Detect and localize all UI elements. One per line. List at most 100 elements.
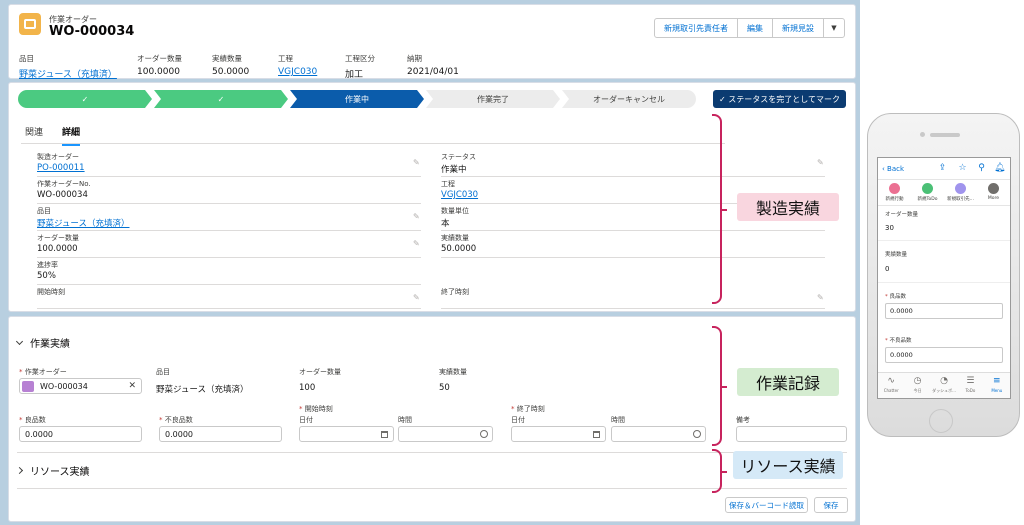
end-time-label: * 終了時刻 [511, 405, 545, 413]
m-actual-qty-label: 実績数量 [885, 252, 908, 258]
edit-pencil-icon[interactable]: ✎ [413, 240, 420, 248]
highlight-field-order-qty: オーダー数量 100.0000 [137, 54, 182, 77]
tab-menu[interactable]: ≡ Menu [984, 373, 1010, 398]
annotation-manufacturing: 製造実績 [737, 193, 839, 221]
start-date-input[interactable] [299, 426, 394, 442]
divider [878, 240, 1010, 241]
detail-field-status: ステータス 作業中 ✎ [441, 153, 825, 177]
work-order-field: * 作業オーダー [19, 368, 67, 376]
detail-field-start-time: 開始時刻 ✎ [37, 287, 421, 309]
mobile-device: ‹ Back ⇪ ☆ ⚲ 🔔︎ 新規行動 新規ToDo 新規取引先... Mor… [867, 113, 1020, 437]
edit-button[interactable]: 編集 [737, 18, 773, 38]
bell-icon[interactable]: 🔔︎ [994, 164, 1005, 173]
note-input[interactable] [736, 426, 847, 442]
mobile-action-bar: 新規行動 新規ToDo 新規取引先... More [878, 180, 1010, 206]
item-link[interactable]: 野菜ジュース（充填済） [19, 67, 117, 80]
tab-todo[interactable]: ☰ ToDo [957, 373, 983, 398]
action-new-todo[interactable]: 新規ToDo [911, 180, 944, 205]
mark-complete-button[interactable]: ✓ ステータスを完了としてマーク [713, 90, 846, 108]
note-label: 備考 [736, 416, 750, 424]
tab-chatter[interactable]: ∿ Chatter [878, 373, 904, 398]
edit-pencil-icon[interactable]: ✎ [413, 294, 420, 302]
calendar-icon[interactable] [593, 431, 600, 438]
process-link[interactable]: VGJC030 [278, 67, 317, 77]
work-section-title: 作業実績 [30, 339, 70, 350]
clear-icon[interactable]: ✕ [128, 381, 136, 391]
chevron-down-icon [15, 337, 24, 345]
clock-icon[interactable] [480, 430, 488, 438]
desktop-app: 作業オーダー WO-000034 新規取引先責任者 編集 新規見設 ▼ 品目 野… [0, 0, 860, 525]
highlight-field-due-date: 納期 2021/04/01 [407, 54, 459, 77]
end-date-label: 日付 [511, 416, 525, 424]
good-qty-input[interactable]: 0.0000 [19, 426, 142, 442]
work-record-form: 作業実績 * 作業オーダー WO-000034 ✕ 品目 野菜ジュース（充填済）… [8, 316, 856, 522]
mfg-order-link[interactable]: PO-000011 [37, 163, 85, 173]
contact-icon [955, 183, 966, 194]
start-time-input[interactable] [398, 426, 493, 442]
share-icon[interactable]: ⇪ [938, 164, 947, 173]
m-order-qty-value: 30 [885, 224, 894, 232]
action-new-contact[interactable]: 新規取引先... [944, 180, 977, 205]
chevron-down-icon: ▼ [831, 24, 837, 32]
pulse-icon: ∿ [887, 376, 895, 386]
edit-pencil-icon[interactable]: ✎ [817, 159, 824, 167]
menu-icon: ≡ [993, 376, 1001, 386]
save-and-scan-button[interactable]: 保存＆バーコード読取 [725, 497, 808, 513]
annotation-brace-manufacturing [712, 114, 727, 304]
annotation-work-record: 作業記録 [737, 368, 839, 396]
edit-pencil-icon[interactable]: ✎ [413, 159, 420, 167]
m-good-input[interactable]: 0.0000 [885, 303, 1003, 319]
search-icon[interactable]: ⚲ [977, 164, 986, 173]
annotation-resource: リソース実績 [733, 451, 843, 479]
back-button[interactable]: ‹ Back [882, 165, 904, 173]
new-contact-button[interactable]: 新規取引先責任者 [654, 18, 738, 38]
m-order-qty-label: オーダー数量 [885, 212, 919, 218]
bad-qty-input[interactable]: 0.0000 [159, 426, 282, 442]
detail-item-link[interactable]: 野菜ジュース（充填済） [37, 217, 129, 229]
path-step-current[interactable]: 作業中 [290, 90, 424, 108]
status-path: ✓ ✓ 作業中 作業完了 オーダーキャンセル [18, 90, 696, 108]
work-order-icon [19, 13, 41, 35]
work-actual-qty: 実績数量 50 [439, 368, 467, 393]
detail-field-item: 品目 野菜ジュース（充填済） ✎ [37, 207, 421, 231]
detail-process-link[interactable]: VGJC030 [441, 190, 478, 200]
speaker-grille [930, 133, 960, 137]
path-step-complete[interactable]: 作業完了 [426, 90, 560, 108]
resource-section-title: リソース実績 [30, 467, 90, 478]
detail-field-progress: 進捗率 50% [37, 260, 421, 285]
annotation-brace-resource [712, 449, 727, 493]
path-step-cancel[interactable]: オーダーキャンセル [562, 90, 696, 108]
more-actions-button[interactable]: ▼ [823, 18, 845, 38]
camera-icon [920, 132, 925, 137]
start-time-sub-label: 時間 [398, 416, 412, 424]
resource-section-toggle[interactable]: リソース実績 [15, 463, 90, 478]
tab-today[interactable]: ◷ 今日 [904, 373, 930, 398]
edit-pencil-icon[interactable]: ✎ [817, 294, 824, 302]
event-icon [889, 183, 900, 194]
end-time-input[interactable] [611, 426, 706, 442]
edit-pencil-icon[interactable]: ✎ [413, 213, 420, 221]
m-bad-input[interactable]: 0.0000 [885, 347, 1003, 363]
highlight-field-actual-qty: 実績数量 50.0000 [212, 54, 250, 77]
work-section-toggle[interactable]: 作業実績 [15, 335, 70, 350]
work-order-icon [22, 380, 34, 392]
work-order-lookup[interactable]: WO-000034 ✕ [19, 378, 142, 394]
tab-dashboard[interactable]: ◔ ダッシュボ... [931, 373, 957, 398]
clock-icon[interactable] [693, 430, 701, 438]
end-date-input[interactable] [511, 426, 606, 442]
path-step-2[interactable]: ✓ [154, 90, 288, 108]
todo-icon [922, 183, 933, 194]
path-step-1[interactable]: ✓ [18, 90, 152, 108]
calendar-icon[interactable] [381, 431, 388, 438]
highlight-field-process: 工程 VGJC030 [278, 54, 318, 77]
detail-field-work-order-no: 作業オーダーNo. WO-000034 [37, 179, 421, 204]
divider [17, 452, 847, 453]
divider [17, 488, 847, 489]
new-quote-button[interactable]: 新規見設 [772, 18, 824, 38]
action-more[interactable]: More [977, 180, 1010, 205]
action-new-event[interactable]: 新規行動 [878, 180, 911, 205]
home-button[interactable] [929, 409, 953, 433]
more-icon [988, 183, 999, 194]
save-button[interactable]: 保存 [814, 497, 848, 513]
star-icon[interactable]: ☆ [958, 164, 967, 173]
